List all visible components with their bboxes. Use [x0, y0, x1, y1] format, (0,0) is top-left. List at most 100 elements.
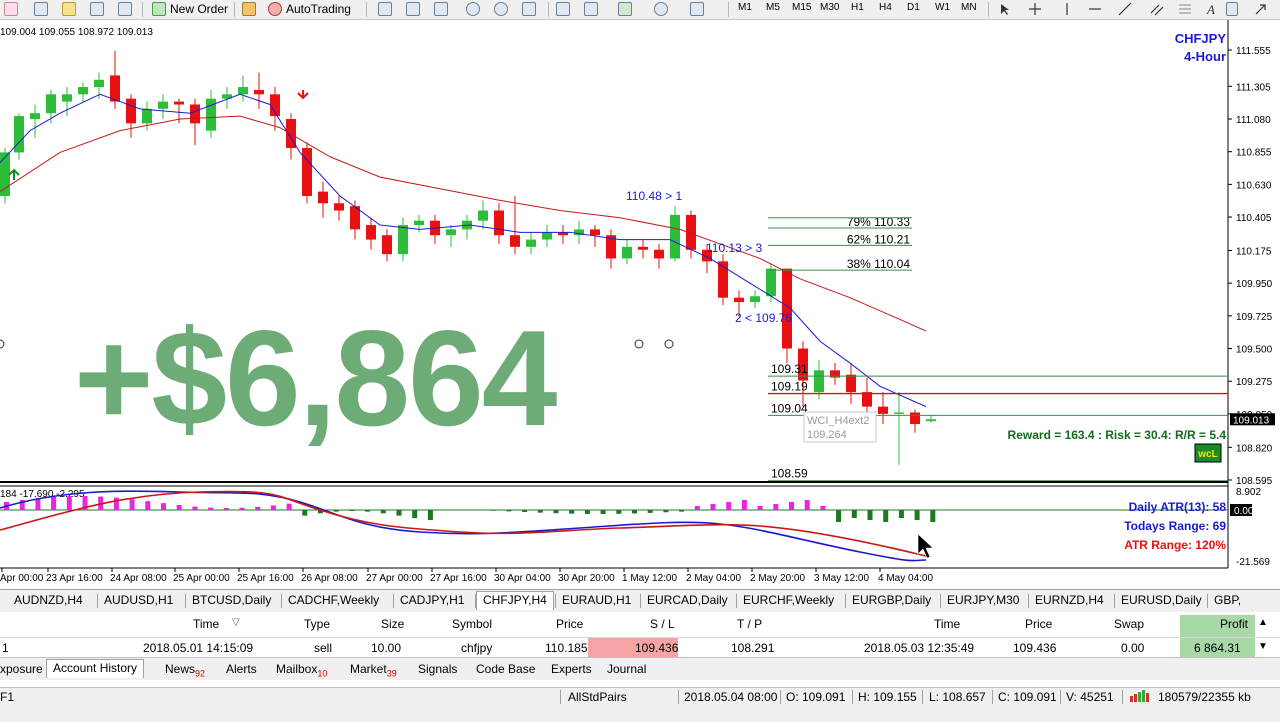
tab-market-label: Market	[350, 662, 387, 676]
symbol-tab-eurnzd-h4[interactable]: EURNZD,H4	[1035, 593, 1104, 607]
tab-signals[interactable]: Signals	[418, 662, 457, 676]
col-close-price[interactable]: Price	[1025, 617, 1052, 631]
timeframe-m30[interactable]: M30	[820, 2, 839, 13]
tab-code-base[interactable]: Code Base	[476, 662, 535, 676]
timeframe-m1[interactable]: M1	[738, 2, 752, 13]
crosshair-cursor-icon[interactable]	[998, 1, 1012, 17]
indicators-icon[interactable]	[618, 1, 632, 17]
timeframe-h1[interactable]: H1	[851, 2, 864, 13]
metaeditor-icon[interactable]	[242, 1, 256, 17]
move-icon[interactable]	[34, 1, 48, 17]
row-profit[interactable]: 6 864.31	[1194, 641, 1241, 655]
symbol-tab-cadjpy-h1[interactable]: CADJPY,H1	[400, 593, 464, 607]
scroll-down-icon[interactable]: ▼	[1258, 641, 1268, 652]
zoom-out-icon[interactable]	[494, 1, 508, 17]
candlestick-icon[interactable]	[406, 1, 420, 17]
col-size[interactable]: Size	[381, 617, 404, 631]
timeframe-d1[interactable]: D1	[907, 2, 920, 13]
crosshair-icon[interactable]	[1028, 1, 1042, 17]
tile-windows-icon[interactable]	[522, 1, 536, 17]
histogram-bar	[240, 508, 245, 510]
favorites-icon[interactable]	[62, 1, 76, 17]
tab-market[interactable]: Market39	[350, 662, 397, 678]
symbol-tab-btcusd-daily[interactable]: BTCUSD,Daily	[192, 593, 271, 607]
tab-separator	[845, 594, 846, 608]
sort-icon[interactable]: ▽	[232, 617, 240, 628]
col-price[interactable]: Price	[556, 617, 583, 631]
templates-icon[interactable]	[690, 1, 704, 17]
symbol-tab-audnzd-h4[interactable]: AUDNZD,H4	[14, 593, 83, 607]
candle-body	[862, 392, 872, 407]
bar-chart-icon[interactable]	[378, 1, 392, 17]
tab-alerts[interactable]: Alerts	[226, 662, 257, 676]
row-symbol[interactable]: chfjpy	[461, 641, 492, 655]
tab-mailbox[interactable]: Mailbox10	[276, 662, 327, 678]
horizontal-line-icon[interactable]	[1088, 1, 1102, 17]
symbol-tab-eurjpy-m30[interactable]: EURJPY,M30	[947, 593, 1019, 607]
line-chart-icon[interactable]	[434, 1, 448, 17]
symbol-tab-euraud-h1[interactable]: EURAUD,H1	[562, 593, 631, 607]
equidistant-channel-icon[interactable]	[1150, 1, 1164, 17]
row-swap[interactable]: 0.00	[1121, 641, 1144, 655]
row-price[interactable]: 110.185	[545, 641, 588, 655]
tab-experts[interactable]: Experts	[551, 662, 592, 676]
scroll-up-icon[interactable]: ▲	[1258, 617, 1268, 628]
symbol-tab-chfjpy-h4[interactable]: CHFJPY,H4	[476, 591, 554, 610]
scroll-chart-icon[interactable]	[556, 1, 570, 17]
row-sl[interactable]: 109.436	[635, 641, 678, 655]
symbol-tab-gbp[interactable]: GBP,	[1214, 593, 1241, 607]
row-close-time[interactable]: 2018.05.03 12:35:49	[864, 641, 974, 655]
text-label-icon[interactable]	[1226, 1, 1238, 17]
status-profile[interactable]: AllStdPairs	[568, 690, 627, 704]
timeframe-m5[interactable]: M5	[766, 2, 780, 13]
row-size[interactable]: 10.00	[371, 641, 401, 655]
histogram-bar	[632, 510, 637, 513]
candle-body	[510, 235, 520, 247]
chart-shift-icon[interactable]	[584, 1, 598, 17]
new-order-button[interactable]: New Order	[152, 1, 228, 17]
periods-icon[interactable]	[654, 1, 668, 17]
col-profit[interactable]: Profit	[1220, 617, 1248, 631]
symbol-tab-cadchf-weekly[interactable]: CADCHF,Weekly	[288, 593, 379, 607]
candle-body	[126, 99, 136, 124]
candle-body	[526, 240, 536, 247]
row-id[interactable]: 1	[2, 641, 9, 655]
wcl-badge-label: wcL	[1197, 449, 1217, 460]
cursor-icon[interactable]	[4, 1, 18, 17]
arrows-icon[interactable]	[1254, 1, 1268, 17]
row-type[interactable]: sell	[314, 641, 332, 655]
col-symbol[interactable]: Symbol	[452, 617, 492, 631]
symbol-tab-audusd-h1[interactable]: AUDUSD,H1	[104, 593, 173, 607]
col-type[interactable]: Type	[304, 617, 330, 631]
trendline-icon[interactable]	[1118, 1, 1132, 17]
symbol-tab-eurusd-daily[interactable]: EURUSD,Daily	[1121, 593, 1202, 607]
symbol-tab-eurcad-daily[interactable]: EURCAD,Daily	[647, 593, 728, 607]
col-close-time[interactable]: Time	[934, 617, 960, 631]
tester-icon[interactable]	[118, 1, 132, 17]
vertical-line-icon[interactable]	[1060, 1, 1074, 17]
timeframe-mn[interactable]: MN	[961, 2, 977, 13]
timeframe-m15[interactable]: M15	[792, 2, 811, 13]
candle-body	[494, 211, 504, 236]
tab-journal[interactable]: Journal	[607, 662, 646, 676]
timeframe-h4[interactable]: H4	[879, 2, 892, 13]
zoom-in-icon[interactable]	[466, 1, 480, 17]
navigator-icon[interactable]	[90, 1, 104, 17]
tab-news[interactable]: News92	[165, 662, 205, 678]
symbol-tab-eurgbp-daily[interactable]: EURGBP,Daily	[852, 593, 931, 607]
text-tool-icon[interactable]: A	[1204, 1, 1218, 17]
row-tp[interactable]: 108.291	[731, 641, 774, 655]
timeframe-w1[interactable]: W1	[935, 2, 950, 13]
row-close-price[interactable]: 109.436	[1013, 641, 1056, 655]
col-swap[interactable]: Swap	[1114, 617, 1144, 631]
row-open-time[interactable]: 2018.05.01 14:15:09	[143, 641, 253, 655]
symbol-tab-eurchf-weekly[interactable]: EURCHF,Weekly	[743, 593, 834, 607]
tab-exposure[interactable]: xposure	[0, 662, 43, 676]
indicator-axis-bottom: -21.569	[1236, 557, 1270, 568]
fibonacci-icon[interactable]	[1178, 1, 1192, 17]
col-tp[interactable]: T / P	[737, 617, 762, 631]
tab-account-history[interactable]: Account History	[46, 659, 144, 678]
col-sl[interactable]: S / L	[650, 617, 675, 631]
col-open-time[interactable]: Time	[193, 617, 219, 631]
auto-trading-button[interactable]: AutoTrading	[268, 1, 351, 17]
